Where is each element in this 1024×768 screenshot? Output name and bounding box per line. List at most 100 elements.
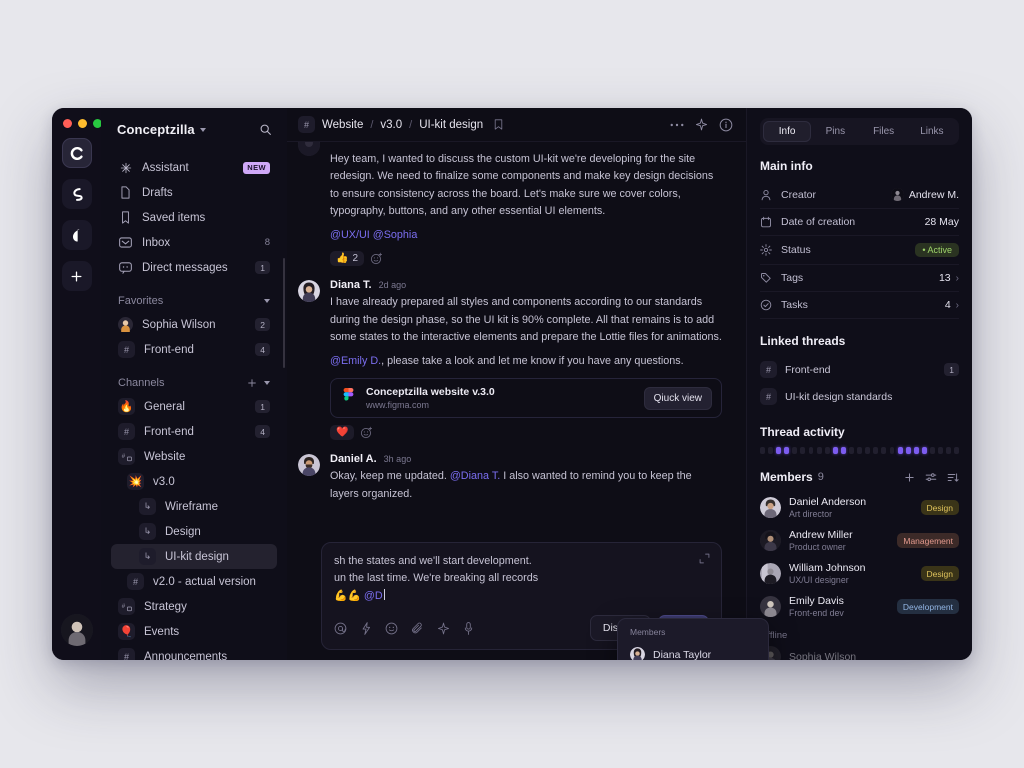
activity-square <box>760 447 765 455</box>
message-author[interactable]: Daniel A. <box>330 453 377 465</box>
sidebar-item-front-end-fav[interactable]: # Front-end 4 <box>111 337 277 362</box>
ai-sparkle-icon[interactable] <box>437 622 450 635</box>
avatar <box>760 497 781 519</box>
emoji-icon[interactable] <box>385 622 398 635</box>
sidebar-item-drafts[interactable]: Drafts <box>111 180 277 205</box>
attachment-icon[interactable] <box>411 622 424 635</box>
workspace-name-button[interactable]: Conceptzilla <box>117 122 206 137</box>
ai-sparkle-icon[interactable] <box>695 118 708 131</box>
tab-info[interactable]: Info <box>763 121 812 142</box>
hash-icon: # <box>118 423 135 440</box>
sidebar-scrollbar[interactable] <box>283 258 285 368</box>
sidebar-item-events[interactable]: 🎈 Events <box>111 619 277 644</box>
member-row[interactable]: Andrew Miller Product owner Management <box>760 524 959 557</box>
lightning-icon[interactable] <box>360 621 372 635</box>
member-row[interactable]: Emily Davis Front-end dev Development <box>760 590 959 623</box>
sidebar-item-ui-kit-design[interactable]: ↳ UI-kit design <box>111 544 277 569</box>
breadcrumb-v3[interactable]: v3.0 <box>380 119 402 131</box>
search-icon[interactable] <box>259 123 272 136</box>
activity-square <box>873 447 879 455</box>
info-row-status[interactable]: Status • Active <box>760 236 959 265</box>
workspace-two[interactable] <box>61 179 92 209</box>
offline-section-label: Offline <box>760 630 788 642</box>
member-row[interactable]: Daniel Anderson Art director Design <box>760 491 959 524</box>
workspace-three[interactable] <box>61 220 92 250</box>
sort-icon[interactable] <box>947 472 959 483</box>
mention-link[interactable]: @Emily D. <box>330 355 381 367</box>
favorites-section-header[interactable]: Favorites <box>111 295 277 307</box>
info-row-date[interactable]: Date of creation 28 May <box>760 209 959 236</box>
sidebar-item-sophia-wilson[interactable]: Sophia Wilson 2 <box>111 312 277 337</box>
sidebar-item-design[interactable]: ↳ Design <box>111 519 277 544</box>
member-name: Andrew Miller <box>789 529 853 542</box>
info-row-tasks[interactable]: Tasks 4 › <box>760 292 959 319</box>
sidebar-item-announcements[interactable]: # Announcements <box>111 644 277 660</box>
sidebar-item-v3[interactable]: 💥 v3.0 <box>111 469 277 494</box>
filter-icon[interactable] <box>925 472 937 483</box>
reaction-chip[interactable]: ❤️ <box>330 425 355 441</box>
sidebar-item-assistant[interactable]: Assistant NEW <box>111 155 277 180</box>
hash-icon: # <box>760 388 777 405</box>
expand-icon[interactable] <box>699 553 710 564</box>
more-options-icon[interactable] <box>670 123 684 127</box>
workspace-conceptzilla[interactable] <box>61 138 92 168</box>
message-author[interactable]: Diana T. <box>330 279 372 291</box>
chat-icon <box>118 260 133 275</box>
workspace-header[interactable]: Conceptzilla <box>111 122 277 137</box>
sidebar-item-website[interactable]: # Website <box>111 444 277 469</box>
quick-view-button[interactable]: Qiuck view <box>643 386 712 410</box>
add-reaction-icon[interactable] <box>370 252 383 265</box>
sidebar-item-general[interactable]: 🔥 General 1 <box>111 394 277 419</box>
tab-links[interactable]: Links <box>908 121 956 142</box>
traffic-lights[interactable] <box>63 119 102 128</box>
message-mentions[interactable]: @UX/UI @Sophia <box>330 227 722 244</box>
mention-option-label: Diana Taylor <box>653 648 712 661</box>
chevron-down-icon[interactable] <box>264 299 270 303</box>
tab-files[interactable]: Files <box>860 121 908 142</box>
current-user-avatar[interactable] <box>60 614 93 646</box>
mention-link[interactable]: @Diana T. <box>450 470 500 482</box>
member-row[interactable]: William Johnson UX/UI designer Design <box>760 557 959 590</box>
breadcrumb-website[interactable]: Website <box>322 119 363 131</box>
breadcrumb-ui-kit-design[interactable]: UI-kit design <box>419 119 483 131</box>
info-row-creator[interactable]: Creator Andrew M. <box>760 181 959 209</box>
composer-input[interactable]: sh the states and we'll start developmen… <box>334 553 709 607</box>
sidebar-item-label: Front-end <box>144 343 194 356</box>
mention-icon[interactable] <box>334 622 347 635</box>
sidebar-item-inbox[interactable]: Inbox 8 <box>111 230 277 255</box>
sidebar-item-v2-actual[interactable]: # v2.0 - actual version <box>111 569 277 594</box>
sidebar-item-front-end[interactable]: # Front-end 4 <box>111 419 277 444</box>
minimize-button[interactable] <box>78 119 87 128</box>
sidebar-item-direct-messages[interactable]: Direct messages 1 <box>111 255 277 280</box>
reaction-chip[interactable]: 👍 2 <box>330 251 365 267</box>
sidebar-item-saved[interactable]: Saved items <box>111 205 277 230</box>
linked-thread-ui-kit-standards[interactable]: # UI-kit design standards <box>760 383 959 410</box>
sidebar-item-wireframe[interactable]: ↳ Wireframe <box>111 494 277 519</box>
activity-square <box>921 447 927 455</box>
microphone-icon[interactable] <box>463 621 474 635</box>
chat-area: # Website / v3.0 / UI-kit design Hey tea… <box>287 108 769 660</box>
chevron-down-icon[interactable] <box>264 381 270 385</box>
close-button[interactable] <box>63 119 72 128</box>
channels-section-header[interactable]: Channels <box>111 377 277 389</box>
info-row-tags[interactable]: Tags 13 › <box>760 265 959 292</box>
bookmark-icon[interactable] <box>493 119 504 130</box>
add-channel-icon[interactable] <box>247 378 257 388</box>
info-icon[interactable] <box>719 118 733 132</box>
add-workspace-button[interactable] <box>61 261 92 291</box>
tab-pins[interactable]: Pins <box>811 121 859 142</box>
sidebar-item-label: Sophia Wilson <box>142 318 216 331</box>
activity-square <box>849 447 854 455</box>
sidebar-item-strategy[interactable]: # Strategy <box>111 594 277 619</box>
linked-thread-label: UI-kit design standards <box>785 390 893 403</box>
activity-square <box>929 447 935 455</box>
member-row-offline[interactable]: Sophia Wilson <box>760 641 959 660</box>
linked-thread-front-end[interactable]: # Front-end 1 <box>760 356 959 383</box>
mention-option-diana-taylor[interactable]: Diana Taylor <box>623 642 763 660</box>
add-member-icon[interactable] <box>904 472 915 483</box>
add-reaction-icon[interactable] <box>360 426 373 439</box>
link-preview-card[interactable]: Conceptzilla website v.3.0 www.figma.com… <box>330 378 722 419</box>
mention-autocomplete-popup[interactable]: Members Diana Taylor Daniel Anderson <box>617 618 769 660</box>
member-tag: Management <box>897 533 959 549</box>
activity-square <box>832 447 838 455</box>
